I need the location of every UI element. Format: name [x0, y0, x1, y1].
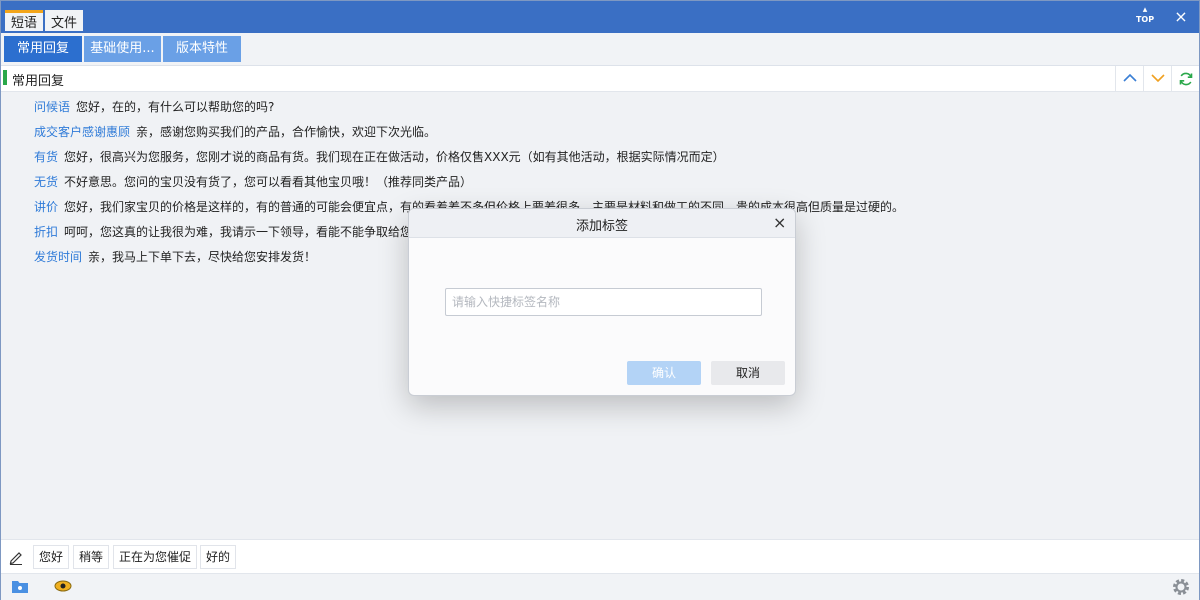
cancel-button[interactable]: 取消: [711, 361, 785, 385]
list-item[interactable]: 无货 不好意思。您问的宝贝没有货了，您可以看看其他宝贝哦！（推荐同类产品）: [34, 173, 472, 190]
phrase-tag: 折扣: [34, 225, 59, 239]
phrase-text: 亲，我马上下单下去，尽快给您安排发货！: [88, 250, 317, 264]
pencil-icon[interactable]: [8, 549, 24, 565]
dialog-close-button[interactable]: ×: [773, 213, 786, 232]
move-down-button[interactable]: [1143, 66, 1171, 91]
chevron-up-icon: [1123, 73, 1137, 82]
phrase-tag: 无货: [34, 175, 59, 189]
eye-icon[interactable]: [54, 578, 72, 594]
tab-phrases[interactable]: 短语: [5, 10, 44, 31]
phrase-text: 您好，很高兴为您服务，您刚才说的商品有货。我们现在正在做活动，价格仅售XXX元（…: [64, 150, 725, 164]
list-item[interactable]: 发货时间 亲，我马上下单下去，尽快给您安排发货！: [34, 248, 316, 265]
refresh-button[interactable]: [1171, 66, 1199, 91]
refresh-icon: [1179, 72, 1193, 86]
folder-icon[interactable]: [11, 578, 29, 594]
quick-phrase[interactable]: 正在为您催促: [113, 545, 198, 569]
gear-icon[interactable]: [1171, 577, 1191, 597]
tag-name-input[interactable]: [445, 288, 762, 316]
list-item[interactable]: 问候语 您好，在的，有什么可以帮助您的吗?: [34, 98, 274, 115]
group-marker: [3, 70, 7, 85]
phrase-text: 不好意思。您问的宝贝没有货了，您可以看看其他宝贝哦！（推荐同类产品）: [64, 175, 473, 189]
group-header: 常用回复: [1, 66, 1199, 92]
list-item[interactable]: 成交客户感谢惠顾 亲，感谢您购买我们的产品，合作愉快，欢迎下次光临。: [34, 123, 436, 140]
category-basic-usage[interactable]: 基础使用...: [84, 36, 161, 62]
list-item[interactable]: 折扣 呵呵，您这真的让我很为难，我请示一下领导，看能不能争取给您: [34, 223, 412, 240]
title-bar: 短语 文件 ▴ TOP ×: [1, 1, 1199, 33]
category-common-replies[interactable]: 常用回复: [4, 36, 82, 62]
phrase-text: 亲，感谢您购买我们的产品，合作愉快，欢迎下次光临。: [136, 125, 437, 139]
quick-phrase[interactable]: 稍等: [73, 545, 110, 569]
quick-phrase-bar: 您好 稍等 正在为您催促 好的: [1, 539, 1199, 574]
scroll-top-button[interactable]: ▴ TOP: [1135, 5, 1155, 27]
tab-files[interactable]: 文件: [45, 10, 84, 31]
phrase-text: 呵呵，您这真的让我很为难，我请示一下领导，看能不能争取给您: [64, 225, 413, 239]
group-title: 常用回复: [12, 74, 65, 89]
move-up-button[interactable]: [1115, 66, 1143, 91]
quick-phrase[interactable]: 您好: [33, 545, 70, 569]
arrow-up-icon: ▴: [1142, 5, 1148, 15]
close-button[interactable]: ×: [1171, 7, 1191, 27]
add-tag-dialog: 添加标签 × 确认 取消: [408, 208, 796, 396]
phrase-tag: 发货时间: [34, 250, 83, 264]
dialog-title: 添加标签: [575, 219, 628, 234]
category-version-features[interactable]: 版本特性: [163, 36, 241, 62]
category-bar: 常用回复 基础使用... 版本特性: [1, 33, 1199, 66]
confirm-button[interactable]: 确认: [627, 361, 701, 385]
list-item[interactable]: 有货 您好，很高兴为您服务，您刚才说的商品有货。我们现在正在做活动，价格仅售XXX…: [34, 148, 725, 165]
phrase-tag: 有货: [34, 150, 59, 164]
phrase-tag: 问候语: [34, 100, 71, 114]
phrase-tag: 讲价: [34, 200, 59, 214]
dialog-header: 添加标签 ×: [409, 209, 795, 238]
bottom-bar: [1, 573, 1199, 600]
top-label: TOP: [1135, 15, 1155, 24]
quick-phrase[interactable]: 好的: [200, 545, 237, 569]
phrase-tag: 成交客户感谢惠顾: [34, 125, 131, 139]
app-window: 短语 文件 ▴ TOP × 常用回复 基础使用... 版本特性 常用回复 问候语…: [0, 0, 1200, 600]
phrase-text: 您好，在的，有什么可以帮助您的吗?: [76, 100, 275, 114]
chevron-down-icon: [1151, 74, 1165, 83]
